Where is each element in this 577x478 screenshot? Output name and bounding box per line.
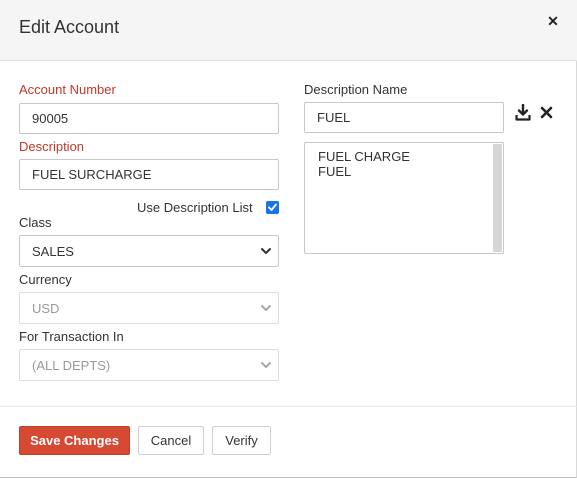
account-number-input[interactable]: 90005: [19, 103, 279, 134]
checkmark-icon: [268, 203, 277, 211]
download-icon[interactable]: [515, 103, 531, 121]
for-transaction-in-select[interactable]: (ALL DEPTS): [19, 349, 279, 381]
class-select[interactable]: SALES: [19, 235, 279, 267]
listbox-scrollbar[interactable]: [493, 144, 502, 252]
currency-select[interactable]: USD: [19, 292, 279, 324]
close-icon[interactable]: [540, 106, 553, 119]
currency-select-value: USD: [32, 300, 60, 316]
cancel-button[interactable]: Cancel: [138, 426, 204, 455]
chevron-down-icon: [261, 248, 271, 254]
edit-account-dialog: Edit Account ✕ Account Number 90005 Desc…: [0, 0, 577, 478]
chevron-down-icon: [261, 362, 271, 368]
dialog-title: Edit Account: [19, 17, 120, 37]
chevron-down-icon: [261, 305, 271, 311]
description-label: Description: [19, 139, 85, 154]
use-description-list-label: Use Description List: [137, 200, 253, 215]
for-transaction-in-label: For Transaction In: [19, 329, 124, 344]
list-item[interactable]: FUEL CHARGE: [318, 149, 410, 164]
description-name-input[interactable]: FUEL: [304, 102, 504, 133]
use-description-list-checkbox[interactable]: [266, 201, 279, 214]
class-label: Class: [19, 215, 52, 230]
description-listbox[interactable]: FUEL CHARGE FUEL: [304, 142, 504, 254]
description-list: FUEL CHARGE FUEL: [318, 149, 410, 179]
list-item[interactable]: FUEL: [318, 164, 410, 179]
description-name-label: Description Name: [304, 82, 408, 97]
verify-button[interactable]: Verify: [212, 426, 271, 455]
currency-label: Currency: [19, 272, 72, 287]
dialog-header: Edit Account ✕: [0, 0, 577, 61]
account-number-label: Account Number: [19, 82, 116, 97]
footer-divider: [0, 406, 577, 407]
for-transaction-in-select-value: (ALL DEPTS): [32, 357, 111, 373]
close-icon[interactable]: ✕: [546, 13, 560, 29]
save-changes-button[interactable]: Save Changes: [19, 426, 130, 455]
description-input[interactable]: FUEL SURCHARGE: [19, 159, 279, 190]
class-select-value: SALES: [32, 243, 74, 259]
